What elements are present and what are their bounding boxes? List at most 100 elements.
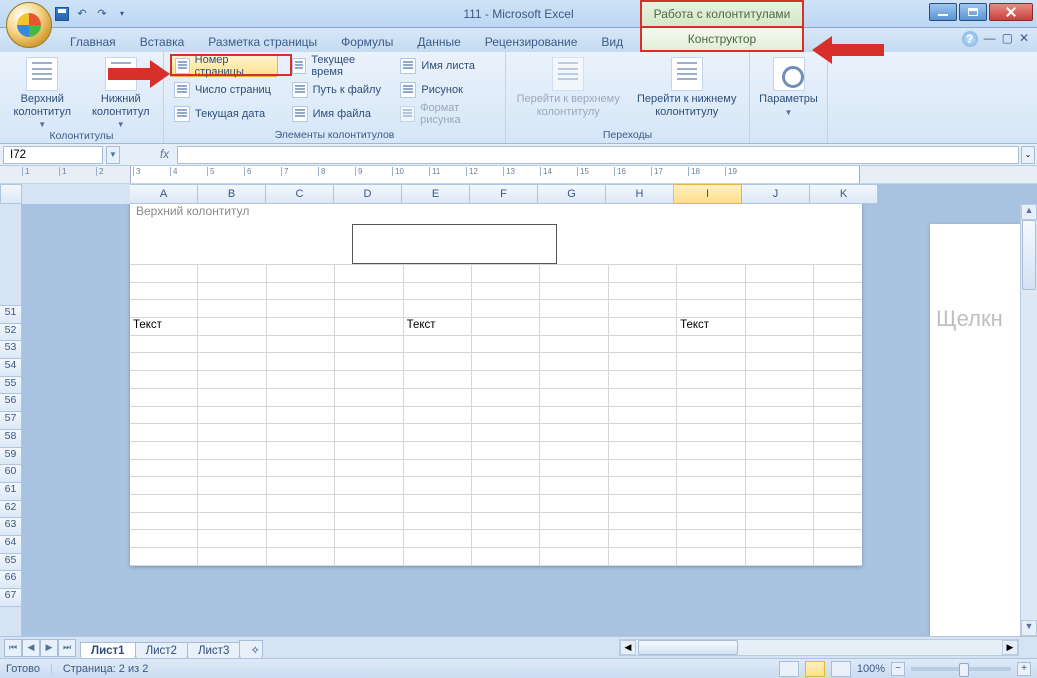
office-button[interactable] — [6, 2, 52, 48]
column-header[interactable]: I — [674, 184, 742, 204]
cell[interactable] — [198, 407, 266, 424]
cell[interactable] — [335, 300, 403, 317]
cell[interactable] — [267, 300, 335, 317]
row-header[interactable]: 58 — [0, 430, 21, 448]
cell[interactable] — [472, 265, 540, 282]
cell[interactable] — [540, 318, 608, 335]
cell[interactable] — [130, 513, 198, 530]
cell[interactable] — [198, 318, 266, 335]
cell[interactable] — [677, 495, 745, 512]
sheet-name-button[interactable]: Имя листа — [396, 55, 499, 77]
cell-grid[interactable]: ТекстТекстТекст — [130, 264, 862, 566]
cell[interactable] — [198, 424, 266, 441]
cell[interactable] — [267, 283, 335, 300]
next-page-hint[interactable]: Щелкн — [930, 224, 1020, 636]
new-sheet-button[interactable]: ✧ — [239, 640, 263, 659]
mdi-minimize[interactable]: — — [984, 31, 996, 47]
cell[interactable] — [335, 477, 403, 494]
view-page-break-button[interactable] — [831, 661, 851, 677]
cell[interactable] — [335, 389, 403, 406]
cell[interactable] — [677, 477, 745, 494]
cell[interactable] — [746, 530, 814, 547]
column-header[interactable]: D — [334, 184, 402, 204]
tab-insert[interactable]: Вставка — [128, 32, 197, 52]
cell[interactable] — [540, 513, 608, 530]
column-header[interactable]: E — [402, 184, 470, 204]
cell[interactable] — [198, 460, 266, 477]
cell[interactable] — [746, 389, 814, 406]
column-header[interactable]: C — [266, 184, 334, 204]
cell[interactable] — [609, 407, 677, 424]
cell[interactable] — [540, 442, 608, 459]
name-box[interactable]: I72 — [3, 146, 103, 164]
cell[interactable] — [677, 424, 745, 441]
cell[interactable] — [404, 495, 472, 512]
cell[interactable] — [540, 371, 608, 388]
cell[interactable] — [130, 265, 198, 282]
cell[interactable] — [267, 548, 335, 565]
cell[interactable] — [746, 407, 814, 424]
cell[interactable] — [130, 460, 198, 477]
scroll-down-button[interactable]: ▼ — [1021, 620, 1037, 636]
cell[interactable] — [267, 265, 335, 282]
name-box-dropdown[interactable]: ▼ — [106, 146, 120, 164]
cell[interactable] — [540, 353, 608, 370]
goto-footer-button[interactable]: Перейти к нижнему колонтитулу — [631, 55, 744, 118]
row-header[interactable]: 54 — [0, 359, 21, 377]
cell[interactable] — [404, 424, 472, 441]
cell[interactable] — [746, 460, 814, 477]
cell[interactable] — [472, 371, 540, 388]
row-header[interactable]: 52 — [0, 324, 21, 342]
cell[interactable] — [130, 389, 198, 406]
sheet-nav-last[interactable]: ⏭ — [58, 639, 76, 657]
cell[interactable] — [609, 530, 677, 547]
zoom-level[interactable]: 100% — [857, 663, 885, 675]
zoom-out-button[interactable]: − — [891, 662, 905, 676]
current-date-button[interactable]: Текущая дата — [170, 103, 278, 125]
cell[interactable] — [267, 371, 335, 388]
cell[interactable] — [404, 477, 472, 494]
tab-formulas[interactable]: Формулы — [329, 32, 405, 52]
cell[interactable] — [267, 460, 335, 477]
cell[interactable] — [609, 442, 677, 459]
cell[interactable] — [540, 530, 608, 547]
cell[interactable] — [609, 336, 677, 353]
cell[interactable] — [335, 283, 403, 300]
sheet-nav-prev[interactable]: ◀ — [22, 639, 40, 657]
cell[interactable] — [404, 371, 472, 388]
cell[interactable] — [746, 513, 814, 530]
cell[interactable] — [130, 283, 198, 300]
cell[interactable] — [677, 530, 745, 547]
undo-button[interactable]: ↶ — [74, 6, 90, 22]
cell[interactable] — [609, 548, 677, 565]
cell[interactable]: Текст — [404, 318, 472, 335]
cell[interactable] — [198, 442, 266, 459]
row-header[interactable]: 55 — [0, 377, 21, 395]
file-path-button[interactable]: Путь к файлу — [288, 79, 387, 101]
cell[interactable] — [472, 530, 540, 547]
scroll-right-button[interactable]: ▶ — [1002, 640, 1018, 655]
cell[interactable] — [677, 548, 745, 565]
current-time-button[interactable]: Текущее время — [288, 55, 387, 77]
cell[interactable] — [540, 460, 608, 477]
minimize-button[interactable] — [929, 3, 957, 21]
cell[interactable] — [746, 265, 814, 282]
cell[interactable] — [404, 389, 472, 406]
cell[interactable] — [540, 407, 608, 424]
cell[interactable] — [404, 353, 472, 370]
row-header[interactable]: 60 — [0, 465, 21, 483]
cell[interactable] — [198, 548, 266, 565]
cell[interactable] — [267, 513, 335, 530]
cell[interactable] — [404, 336, 472, 353]
cell[interactable] — [746, 371, 814, 388]
cell[interactable] — [540, 548, 608, 565]
cell[interactable] — [335, 442, 403, 459]
qat-customize[interactable]: ▾ — [114, 6, 130, 22]
cell[interactable] — [540, 495, 608, 512]
cell[interactable] — [677, 283, 745, 300]
file-name-button[interactable]: Имя файла — [288, 103, 387, 125]
mdi-restore[interactable]: ▢ — [1002, 31, 1013, 47]
cell[interactable] — [540, 389, 608, 406]
view-page-layout-button[interactable] — [805, 661, 825, 677]
cell[interactable] — [677, 336, 745, 353]
